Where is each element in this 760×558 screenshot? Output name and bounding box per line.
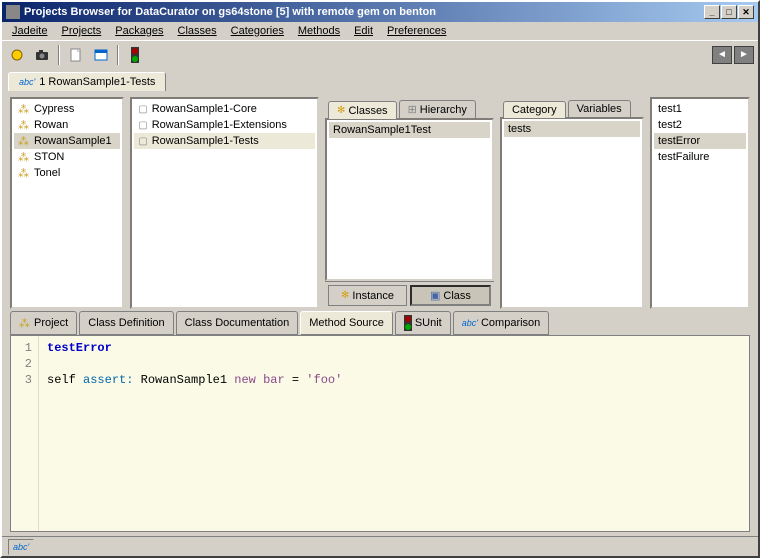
methods-list[interactable]: test1 test2 testError testFailure <box>650 97 750 309</box>
method-name: testError <box>47 341 112 355</box>
package-icon <box>138 119 147 131</box>
menu-methods[interactable]: Methods <box>292 23 346 39</box>
new-file-icon <box>69 48 83 62</box>
class-tabs: ✻Classes ⊞Hierarchy <box>325 97 494 118</box>
menubar: Jadeite Projects Packages Classes Catego… <box>2 22 758 40</box>
packages-column: RowanSample1-Core RowanSample1-Extension… <box>130 97 319 309</box>
toolbar-divider-2 <box>117 45 119 65</box>
titlebar[interactable]: Projects Browser for DataCurator on gs64… <box>2 2 758 22</box>
methods-column: test1 test2 testError testFailure <box>650 97 750 309</box>
category-tab[interactable]: Category <box>503 101 566 118</box>
project-icon <box>19 317 31 329</box>
menu-projects[interactable]: Projects <box>55 23 107 39</box>
minimize-button[interactable]: _ <box>704 5 720 19</box>
close-button[interactable]: ✕ <box>738 5 754 19</box>
projects-column: Cypress Rowan RowanSample1 STON Tonel <box>10 97 124 309</box>
class-button[interactable]: ▣Class <box>410 285 491 306</box>
window-controls: _ □ ✕ <box>704 5 754 19</box>
project-tab[interactable]: Project <box>10 311 77 335</box>
project-item[interactable]: Cypress <box>14 101 120 117</box>
class-definition-tab[interactable]: Class Definition <box>79 311 173 335</box>
method-item[interactable]: testFailure <box>654 149 746 165</box>
classes-list[interactable]: RowanSample1Test <box>325 118 494 281</box>
project-icon <box>18 119 30 131</box>
toolbar-window-button[interactable] <box>90 44 112 66</box>
project-icon <box>18 151 30 163</box>
instance-class-toggle: ✻Instance ▣Class <box>325 281 494 309</box>
upper-panes: Cypress Rowan RowanSample1 STON Tonel Ro… <box>2 91 758 311</box>
hierarchy-icon: ⊞ <box>408 103 417 116</box>
bottom-tabs: Project Class Definition Class Documenta… <box>2 311 758 335</box>
package-item[interactable]: RowanSample1-Extensions <box>134 117 315 133</box>
project-icon <box>18 103 30 115</box>
class-item[interactable]: RowanSample1Test <box>329 122 490 138</box>
classes-column: ✻Classes ⊞Hierarchy RowanSample1Test ✻In… <box>325 97 494 309</box>
category-tabs: Category Variables <box>500 97 644 117</box>
variables-tab[interactable]: Variables <box>568 100 631 117</box>
abc-icon: abc' <box>19 77 35 87</box>
method-item[interactable]: test2 <box>654 117 746 133</box>
project-item[interactable]: Tonel <box>14 165 120 181</box>
project-icon <box>18 135 30 147</box>
classes-tab[interactable]: ✻Classes <box>328 101 397 119</box>
camera-icon <box>35 48 49 62</box>
menu-packages[interactable]: Packages <box>109 23 169 39</box>
gear-icon: ✻ <box>341 290 349 301</box>
menu-edit[interactable]: Edit <box>348 23 379 39</box>
instance-button[interactable]: ✻Instance <box>328 285 407 306</box>
packages-list[interactable]: RowanSample1-Core RowanSample1-Extension… <box>130 97 319 309</box>
nav-fwd-button[interactable]: ► <box>734 46 754 64</box>
method-source-tab[interactable]: Method Source <box>300 311 393 335</box>
traffic-light-icon <box>131 47 139 63</box>
toolbar-new-button[interactable] <box>65 44 87 66</box>
line-gutter: 1 2 3 <box>11 336 39 531</box>
category-list[interactable]: tests <box>500 117 644 309</box>
package-item[interactable]: RowanSample1-Tests <box>134 133 315 149</box>
status-abc: abc' <box>8 539 34 555</box>
projects-list[interactable]: Cypress Rowan RowanSample1 STON Tonel <box>10 97 124 309</box>
project-item[interactable]: Rowan <box>14 117 120 133</box>
toolbar-btn-1[interactable] <box>6 44 28 66</box>
comparison-tab[interactable]: abc'Comparison <box>453 311 550 335</box>
code-editor[interactable]: 1 2 3 testError self assert: RowanSample… <box>10 335 750 532</box>
project-item[interactable]: RowanSample1 <box>14 133 120 149</box>
menu-classes[interactable]: Classes <box>172 23 223 39</box>
maximize-button[interactable]: □ <box>721 5 737 19</box>
sunit-tab[interactable]: SUnit <box>395 311 451 335</box>
toolbar: ◄ ► <box>2 40 758 68</box>
toolbar-btn-2[interactable] <box>31 44 53 66</box>
menu-preferences[interactable]: Preferences <box>381 23 452 39</box>
window-icon <box>94 48 108 62</box>
package-item[interactable]: RowanSample1-Core <box>134 101 315 117</box>
category-column: Category Variables tests <box>500 97 644 309</box>
app-icon <box>6 5 20 19</box>
gear-icon: ✻ <box>337 105 345 116</box>
method-item[interactable]: test1 <box>654 101 746 117</box>
package-icon <box>138 103 147 115</box>
cube-icon: ▣ <box>430 289 440 302</box>
project-icon <box>18 167 30 179</box>
main-content: Cypress Rowan RowanSample1 STON Tonel Ro… <box>2 91 758 556</box>
top-tab-1[interactable]: abc' 1 RowanSample1-Tests <box>8 72 166 91</box>
package-icon <box>138 135 147 147</box>
top-tab-label: 1 RowanSample1-Tests <box>39 76 155 88</box>
project-item[interactable]: STON <box>14 149 120 165</box>
method-item[interactable]: testError <box>654 133 746 149</box>
traffic-light-icon <box>404 315 412 331</box>
main-window: Projects Browser for DataCurator on gs64… <box>0 0 760 558</box>
status-bar: abc' <box>2 536 758 556</box>
code-area[interactable]: testError self assert: RowanSample1 new … <box>39 336 749 531</box>
toolbar-divider <box>58 45 60 65</box>
abc-icon: abc' <box>462 318 478 328</box>
class-documentation-tab[interactable]: Class Documentation <box>176 311 299 335</box>
window-title: Projects Browser for DataCurator on gs64… <box>24 6 704 18</box>
menu-categories[interactable]: Categories <box>225 23 290 39</box>
top-tab-strip: abc' 1 RowanSample1-Tests <box>2 68 758 91</box>
hierarchy-tab[interactable]: ⊞Hierarchy <box>399 100 476 118</box>
toolbar-traffic-button[interactable] <box>124 44 146 66</box>
nav-back-button[interactable]: ◄ <box>712 46 732 64</box>
menu-jadeite[interactable]: Jadeite <box>6 23 53 39</box>
circle-icon <box>10 48 24 62</box>
category-item[interactable]: tests <box>504 121 640 137</box>
